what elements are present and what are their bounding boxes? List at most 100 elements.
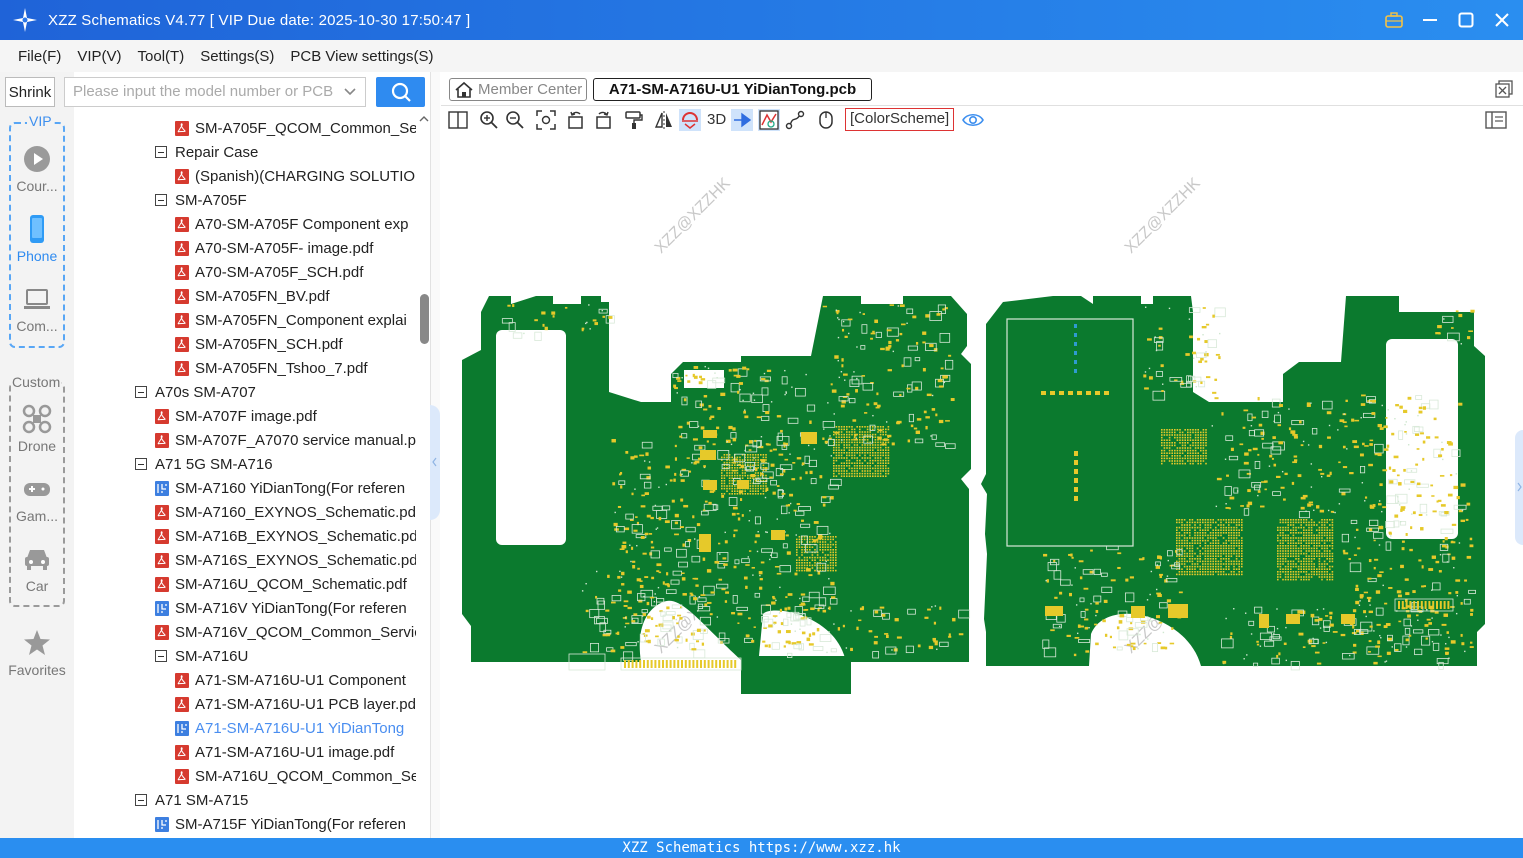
pad <box>872 459 874 462</box>
rail-item-car[interactable]: Car <box>0 544 74 594</box>
tree-file[interactable]: SM-A707F_A7070 service manual.p <box>155 428 416 452</box>
tab-active-pcb[interactable]: A71-SM-A716U-U1 YiDianTong.pcb <box>593 78 872 101</box>
pad <box>1194 455 1197 457</box>
scroll-up-icon[interactable] <box>419 114 429 124</box>
search-button[interactable] <box>376 77 425 107</box>
tree-file[interactable]: SM-A716V YiDianTong(For referen <box>155 596 416 620</box>
menu-settings[interactable]: Settings(S) <box>200 48 274 65</box>
pad <box>1277 552 1279 555</box>
rail-item-favorites[interactable]: Favorites <box>0 628 74 678</box>
tree-file[interactable]: SM-A716U_QCOM_Schematic.pdf <box>155 572 416 596</box>
rail-item-game[interactable]: Gam... <box>0 474 74 524</box>
rotate-left-icon[interactable] <box>565 109 587 131</box>
shrink-button[interactable]: Shrink <box>5 77 55 107</box>
rail-item-computer[interactable]: Com... <box>0 284 74 334</box>
tree-file[interactable]: SM-A715F YiDianTong(For referen <box>155 812 416 836</box>
tree-file[interactable]: SM-A716S_EXYNOS_Schematic.pdf <box>155 548 416 572</box>
tree-file[interactable]: SM-A705F_QCOM_Common_Service <box>175 116 416 140</box>
tree-file[interactable]: SM-A716B_EXYNOS_Schematic.pdf <box>155 524 416 548</box>
paint-roller-icon[interactable] <box>623 109 645 131</box>
collapse-right-handle[interactable] <box>1515 430 1523 545</box>
tab-member-center[interactable]: Member Center <box>449 78 587 101</box>
pad <box>887 441 890 444</box>
pad <box>1191 571 1194 573</box>
pcb-view-icon[interactable] <box>758 109 780 131</box>
tree-file[interactable]: A70-SM-A705F Component exp <box>175 212 416 236</box>
pcb-board-view[interactable]: XZZ@XZZHKXZZ@XZZHKXZZ@XZZHKXZZ@XZZHK <box>441 134 1523 838</box>
mouse-icon[interactable] <box>815 109 837 131</box>
pad <box>1305 524 1308 526</box>
fit-view-icon[interactable] <box>535 109 557 131</box>
tree-folder[interactable]: A71 5G SM-A716 <box>135 452 416 476</box>
collapse-toggle-icon[interactable] <box>135 794 147 806</box>
tree-file[interactable]: SM-A716U_QCOM_Common_Se <box>175 764 416 788</box>
close-button[interactable] <box>1491 9 1513 31</box>
tree-file[interactable]: A71-SM-A716U-U1 YiDianTong <box>175 716 416 740</box>
collapse-toggle-icon[interactable] <box>135 458 147 470</box>
menu-tool[interactable]: Tool(T) <box>138 48 185 65</box>
pad <box>1432 601 1435 609</box>
pad <box>711 660 714 668</box>
tree-file[interactable]: A70-SM-A705F_SCH.pdf <box>175 260 416 284</box>
pad <box>1200 434 1202 436</box>
pad <box>709 613 713 616</box>
net-highlight-icon[interactable] <box>731 109 753 131</box>
maximize-button[interactable] <box>1455 9 1477 31</box>
collapse-toggle-icon[interactable] <box>155 146 167 158</box>
rail-item-phone[interactable]: Phone <box>0 214 74 264</box>
briefcase-icon[interactable] <box>1383 9 1405 31</box>
mirror-icon[interactable] <box>653 109 675 131</box>
pad <box>764 496 767 499</box>
tree-file[interactable]: SM-A705FN_BV.pdf <box>175 284 416 308</box>
tree-file[interactable]: A71-SM-A716U-U1 image.pdf <box>175 740 416 764</box>
pad <box>1300 576 1302 578</box>
pad <box>1300 444 1304 447</box>
pad <box>1192 429 1194 431</box>
collapse-left-handle[interactable] <box>430 405 440 520</box>
tree-file[interactable]: SM-A7160_EXYNOS_Schematic.pdf <box>155 500 416 524</box>
menu-vip[interactable]: VIP(V) <box>77 48 121 65</box>
tree-file[interactable]: SM-A716V_QCOM_Common_Service <box>155 620 416 644</box>
tree-file[interactable]: A71-SM-A716U-U1 Component <box>175 668 416 692</box>
rail-item-drone[interactable]: Drone <box>0 404 74 454</box>
zoom-in-icon[interactable] <box>478 109 500 131</box>
pad <box>1241 558 1243 560</box>
pad <box>1400 508 1403 512</box>
tree-scroll-thumb[interactable] <box>420 294 429 344</box>
minimize-button[interactable] <box>1419 9 1441 31</box>
layer-flip-icon[interactable] <box>679 109 701 131</box>
tree-file[interactable]: SM-A705FN_Component explai <box>175 308 416 332</box>
rotate-right-icon[interactable] <box>592 109 614 131</box>
pad <box>864 470 866 472</box>
collapse-toggle-icon[interactable] <box>155 194 167 206</box>
side-panel-icon[interactable] <box>1485 109 1507 131</box>
tree-folder[interactable]: SM-A705F <box>155 188 416 212</box>
collapse-toggle-icon[interactable] <box>135 386 147 398</box>
close-tabs-icon[interactable] <box>1495 80 1513 98</box>
tree-scrollbar[interactable] <box>418 112 430 838</box>
tree-file[interactable]: (Spanish)(CHARGING SOLUTION <box>175 164 416 188</box>
tree-file[interactable]: SM-A7160 YiDianTong(For referen <box>155 476 416 500</box>
pcb-canvas[interactable]: XZZ@XZZHKXZZ@XZZHKXZZ@XZZHKXZZ@XZZHK <box>441 134 1523 838</box>
rail-item-courses[interactable]: Cour... <box>0 144 74 194</box>
trace-tool-icon[interactable] <box>784 109 806 131</box>
tree-folder[interactable]: A70s SM-A707 <box>135 380 416 404</box>
chevron-down-icon[interactable] <box>343 85 357 99</box>
eye-icon[interactable] <box>962 109 984 131</box>
search-input[interactable]: Please input the model number or PCB <box>64 77 366 107</box>
split-view-icon[interactable] <box>447 109 469 131</box>
menu-file[interactable]: File(F) <box>18 48 61 65</box>
color-scheme-button[interactable]: [ColorScheme] <box>845 108 955 131</box>
tree-file[interactable]: SM-A705FN_Tshoo_7.pdf <box>175 356 416 380</box>
3d-toggle[interactable]: 3D <box>707 111 726 128</box>
menu-pcb-view-settings[interactable]: PCB View settings(S) <box>290 48 433 65</box>
tree-file[interactable]: A71-SM-A716U-U1 PCB layer.pdf <box>175 692 416 716</box>
tree-file[interactable]: SM-A705FN_SCH.pdf <box>175 332 416 356</box>
tree-folder[interactable]: SM-A716U <box>155 644 416 668</box>
tree-folder[interactable]: A71 SM-A715 <box>135 788 416 812</box>
tree-folder[interactable]: Repair Case <box>155 140 416 164</box>
collapse-toggle-icon[interactable] <box>155 650 167 662</box>
tree-file[interactable]: SM-A707F image.pdf <box>155 404 416 428</box>
tree-file[interactable]: A70-SM-A705F- image.pdf <box>175 236 416 260</box>
zoom-out-icon[interactable] <box>504 109 526 131</box>
